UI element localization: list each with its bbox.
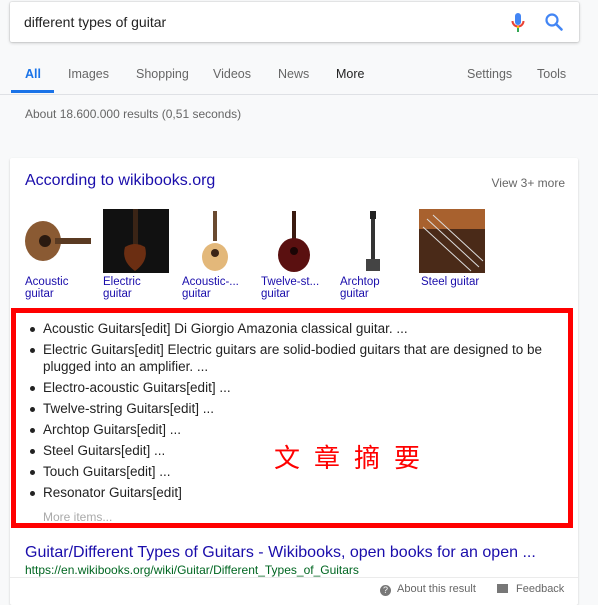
more-items-link[interactable]: More items...: [43, 510, 112, 524]
thumb-twelve-string-guitar[interactable]: [261, 209, 327, 273]
feedback-icon: [497, 584, 508, 593]
thumb-label[interactable]: Steel guitar: [421, 276, 487, 288]
tab-news[interactable]: News: [278, 67, 309, 81]
bullet-icon: [30, 327, 35, 332]
thumb-label[interactable]: Electric guitar: [103, 276, 169, 300]
microphone-icon[interactable]: [510, 12, 526, 34]
card-title[interactable]: According to wikibooks.org: [25, 172, 215, 190]
search-input[interactable]: different types of guitar: [24, 14, 166, 30]
thumb-electro-acoustic-guitar[interactable]: [182, 209, 248, 273]
thumb-label[interactable]: Acoustic guitar: [25, 276, 91, 300]
tab-shopping[interactable]: Shopping: [136, 67, 189, 81]
featured-snippet-card: According to wikibooks.org View 3+ more …: [10, 158, 578, 605]
result-title-link[interactable]: Guitar/Different Types of Guitars - Wiki…: [25, 544, 536, 562]
thumb-archtop-guitar[interactable]: [340, 209, 406, 273]
annotation-text: 文章摘要: [274, 444, 435, 474]
thumb-electric-guitar[interactable]: [103, 209, 169, 273]
list-item: Resonator Guitars[edit]: [30, 485, 543, 502]
thumb-steel-guitar[interactable]: [419, 209, 485, 273]
tab-more[interactable]: More: [336, 67, 364, 81]
bullet-icon: [30, 348, 35, 353]
bullet-icon: [30, 385, 35, 391]
thumb-label[interactable]: Acoustic-... guitar: [182, 276, 248, 300]
bullet-icon: [30, 448, 35, 454]
list-item: Electric Guitars[edit] Electric guitars …: [30, 342, 543, 375]
search-box[interactable]: different types of guitar: [10, 2, 579, 42]
tab-settings[interactable]: Settings: [467, 67, 512, 81]
feedback-link[interactable]: Feedback: [497, 583, 564, 595]
bullet-icon: [30, 490, 35, 496]
card-footer-divider: [10, 577, 578, 578]
bullet-icon: [30, 427, 35, 433]
active-tab-indicator: [11, 90, 54, 93]
view-more-link[interactable]: View 3+ more: [492, 176, 565, 190]
thumb-label[interactable]: Archtop guitar: [340, 276, 406, 300]
about-result-link[interactable]: ? About this result: [380, 583, 476, 596]
tab-videos[interactable]: Videos: [213, 67, 251, 81]
snippet-list: Acoustic Guitars[edit] Di Giorgio Amazon…: [30, 321, 543, 506]
tabs-divider: [0, 94, 598, 95]
thumb-acoustic-guitar[interactable]: [25, 209, 91, 273]
list-item: Twelve-string Guitars[edit] ...: [30, 401, 543, 418]
tab-tools[interactable]: Tools: [537, 67, 566, 81]
help-icon: ?: [380, 585, 391, 596]
thumb-label[interactable]: Twelve-st... guitar: [261, 276, 327, 300]
tab-images[interactable]: Images: [68, 67, 109, 81]
tab-all[interactable]: All: [25, 67, 41, 81]
list-item: Electro-acoustic Guitars[edit] ...: [30, 380, 543, 397]
result-stats: About 18.600.000 results (0,51 seconds): [25, 107, 242, 121]
list-item: Acoustic Guitars[edit] Di Giorgio Amazon…: [30, 321, 543, 338]
list-item: Archtop Guitars[edit] ...: [30, 422, 543, 439]
bullet-icon: [30, 469, 35, 475]
result-url: https://en.wikibooks.org/wiki/Guitar/Dif…: [25, 563, 359, 577]
search-icon[interactable]: [544, 12, 564, 32]
bullet-icon: [30, 406, 35, 412]
search-tabs: All Images Shopping Videos News More Set…: [0, 50, 598, 95]
